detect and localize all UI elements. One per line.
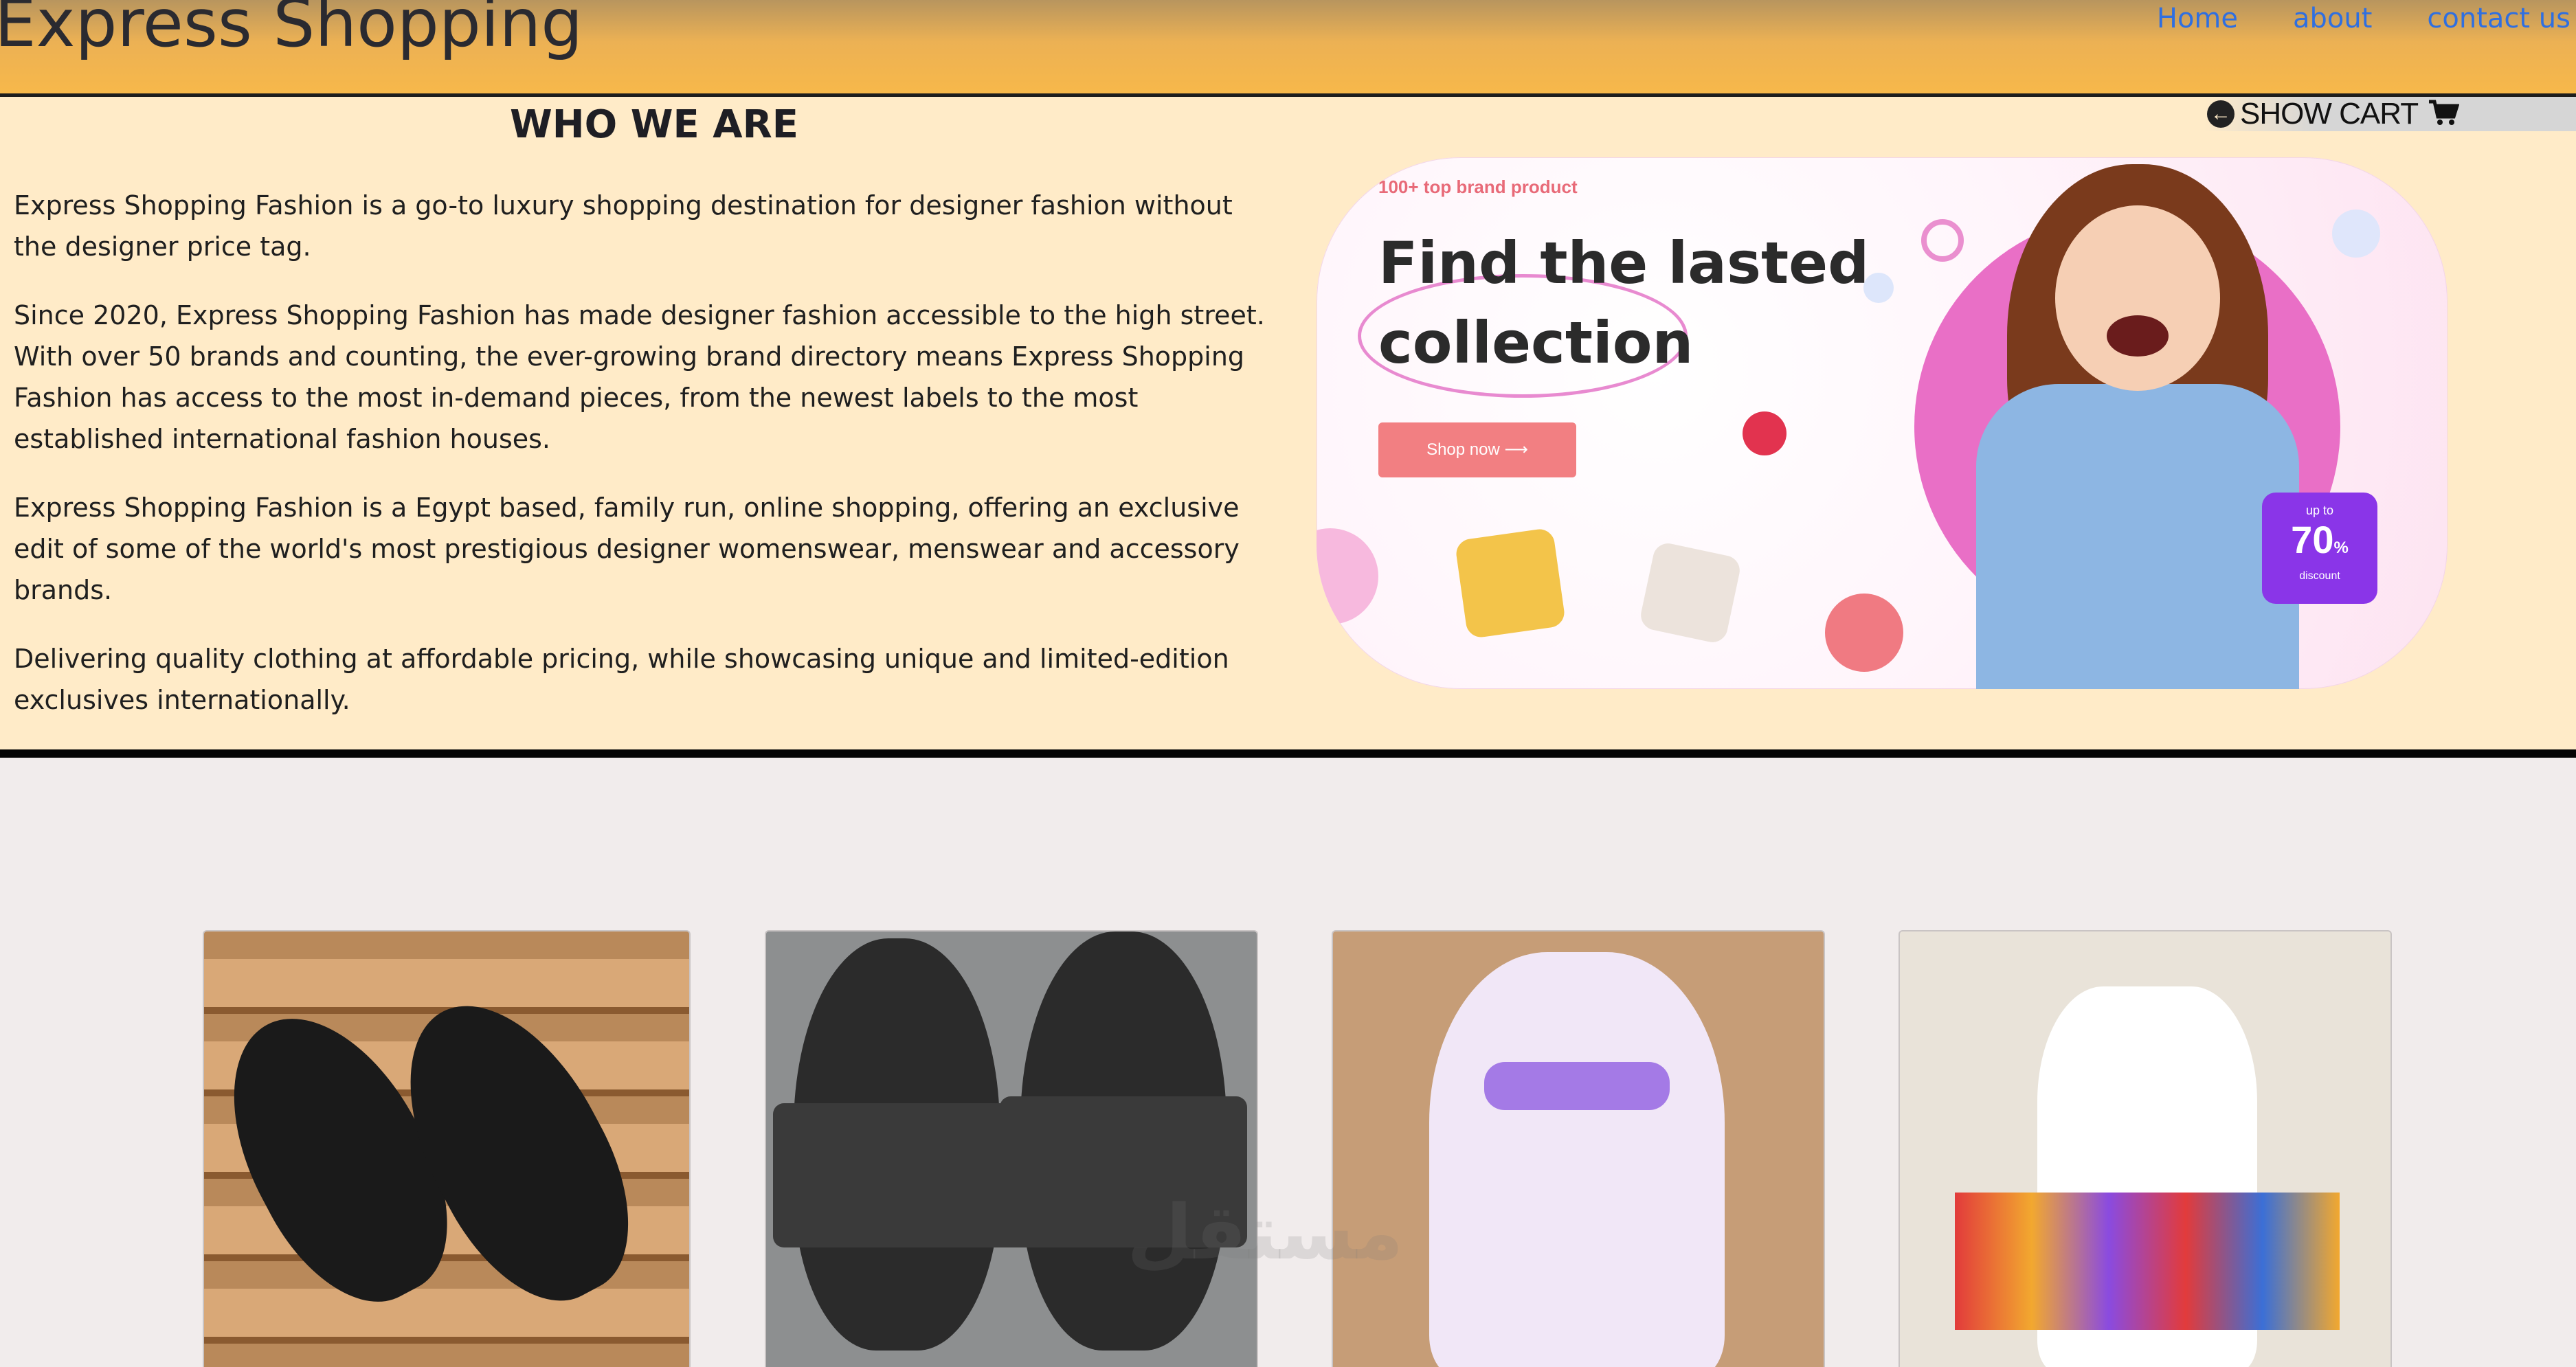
decor-circle — [1317, 528, 1378, 624]
product-card[interactable] — [1332, 930, 1825, 1367]
product-thumb — [1454, 527, 1567, 640]
product-card[interactable] — [203, 930, 691, 1367]
decor-ring — [1921, 219, 1964, 262]
about-paragraph: Since 2020, Express Shopping Fashion has… — [14, 300, 1265, 454]
badge-value: 70% — [2262, 518, 2377, 570]
banner-tag: 100+ top brand product — [1378, 177, 1578, 197]
arrow-circle-left-icon: ← — [2207, 100, 2235, 128]
badge-unit: % — [2333, 539, 2349, 557]
bench-plank — [204, 1289, 689, 1344]
show-cart-label: SHOW CART — [2240, 97, 2419, 131]
about-paragraph: Delivering quality clothing at affordabl… — [14, 644, 1229, 715]
site-header: Express Shopping Home about contact us — [0, 0, 2576, 97]
model-mouth — [2107, 315, 2169, 357]
brand-title: Express Shopping — [0, 0, 583, 62]
model-face — [2055, 205, 2220, 391]
dress — [1429, 952, 1725, 1367]
about-section: WHO WE ARE Express Shopping Fashion is a… — [0, 97, 2576, 758]
shop-now-button[interactable]: Shop now ⟶ — [1378, 422, 1576, 477]
product-thumb — [1825, 594, 1903, 672]
main-nav: Home about contact us — [2157, 3, 2571, 34]
badge-number: 70 — [2291, 518, 2334, 561]
badge-upto: up to — [2305, 504, 2334, 517]
show-cart-button[interactable]: ← SHOW CART — [2204, 97, 2576, 131]
banner-title: Find the lasted collection — [1378, 223, 1901, 383]
product-card[interactable] — [1899, 930, 2392, 1367]
model-shirt — [1976, 384, 2299, 689]
slide-strap — [773, 1103, 1020, 1247]
nav-home-link[interactable]: Home — [2157, 3, 2238, 34]
banner-title-line1: Find the lasted — [1378, 229, 1870, 297]
banner-title-line2: collection — [1378, 309, 1694, 376]
product-thumb — [1638, 541, 1743, 645]
heart-icon — [1743, 411, 1787, 455]
nav-about-link[interactable]: about — [2293, 3, 2372, 34]
about-heading: WHO WE ARE — [510, 102, 798, 147]
shopping-cart-icon — [2428, 99, 2460, 130]
about-paragraph: Express Shopping Fashion is a Egypt base… — [14, 493, 1240, 605]
floral-hem — [1955, 1193, 2340, 1330]
discount-badge: up to 70% discount — [2262, 493, 2377, 604]
about-text: Express Shopping Fashion is a go-to luxu… — [14, 185, 1278, 748]
dress-bow — [1484, 1062, 1670, 1110]
about-paragraph: Express Shopping Fashion is a go-to luxu… — [14, 190, 1233, 262]
decor-circle — [2332, 210, 2380, 258]
nav-contact-link[interactable]: contact us — [2427, 3, 2571, 34]
watermark-logo: مستقل — [1127, 1188, 1404, 1276]
product-card[interactable] — [765, 930, 1258, 1367]
badge-label: discount — [2299, 570, 2340, 582]
bench-plank — [204, 959, 689, 1014]
promo-banner[interactable]: 100+ top brand product Find the lasted c… — [1317, 157, 2448, 689]
